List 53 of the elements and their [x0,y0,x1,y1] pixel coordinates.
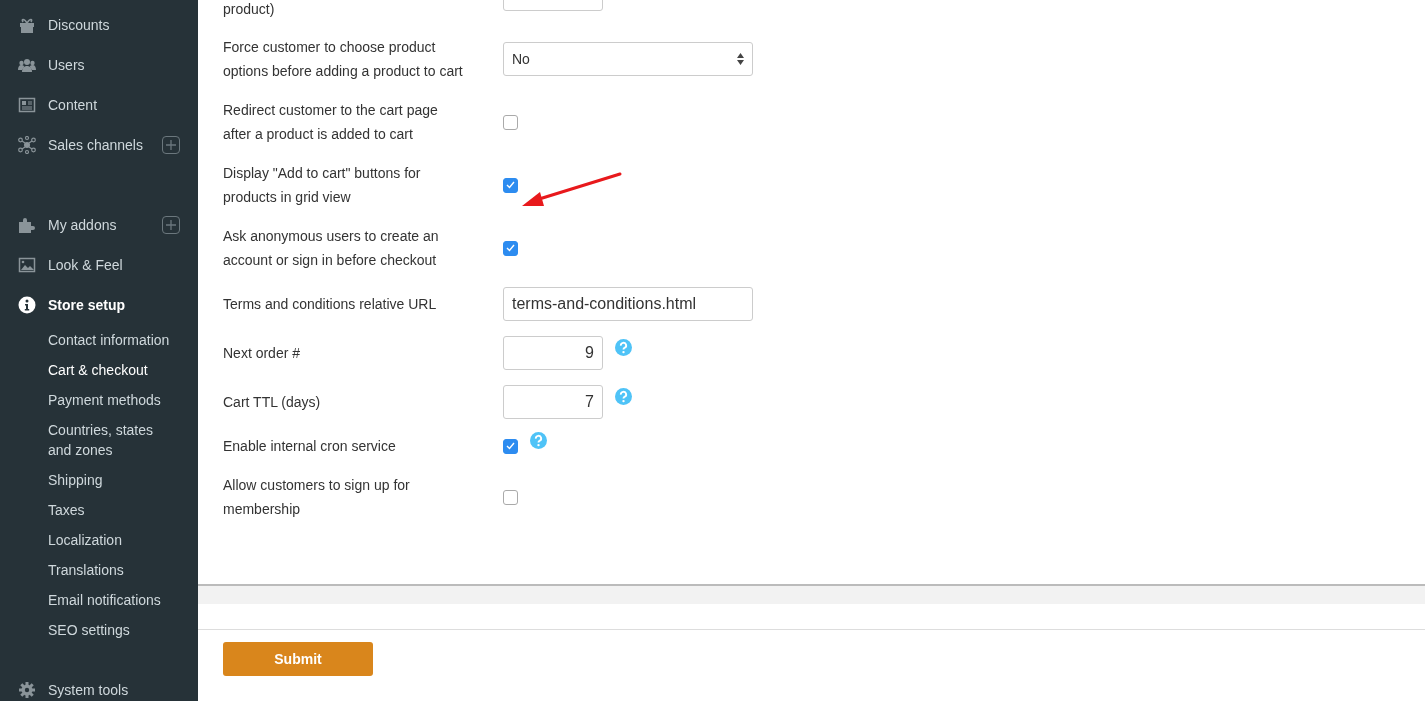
field-label: Terms and conditions relative URL [223,295,438,314]
checkbox[interactable] [503,114,518,130]
checkmark-icon [506,442,515,450]
checkbox[interactable] [503,438,518,454]
field-label: Enable internal cron service [223,437,397,456]
sidebar-item[interactable]: Store setup [0,285,198,325]
help-icon[interactable] [615,338,632,356]
info-icon [18,296,36,314]
sidebar-subitem[interactable]: Shipping [0,465,198,495]
checkbox[interactable] [503,240,518,256]
sidebar-item[interactable]: My addons [0,205,198,245]
input-field[interactable]: 7 [503,385,603,419]
sidebar-subitem[interactable]: Translations [0,555,198,585]
input-field[interactable]: terms-and-conditions.html [503,287,753,321]
add-icon[interactable] [162,216,180,234]
sidebar-subitem[interactable]: Payment methods [0,385,198,415]
field-label: Next order # [223,344,302,363]
checkbox[interactable] [503,177,518,193]
sidebar-subitem[interactable]: SEO settings [0,615,198,645]
newspaper-icon [18,96,36,114]
sidebar-item[interactable]: Users [0,45,198,85]
sidebar-subitem[interactable]: Email notifications [0,585,198,615]
field-label: Display "Add to cart" buttons for products in grid view [223,164,422,207]
checkmark-icon [506,244,515,252]
checkmark-icon [506,181,515,189]
field-label: Redirect customer to the cart page after a product is added to cart [223,101,439,144]
gift-icon [18,16,36,34]
field-label: Cart TTL (days) [223,393,322,412]
sidebar-item[interactable]: Content [0,85,198,125]
help-icon[interactable] [615,387,632,405]
field-label: Force customer to choose product options before adding a product to cart [223,38,463,81]
sidebar-item[interactable]: Look & Feel [0,245,198,285]
sidebar-subitem[interactable]: Taxes [0,495,198,525]
users-icon [18,56,36,74]
sidebar-item[interactable]: Sales channels [0,125,198,165]
sidebar-subitem[interactable]: Countries, states and zones [0,415,198,465]
sidebar-subitem[interactable]: Cart & checkout [0,355,198,385]
input-field[interactable]: 9 [503,336,603,370]
select-field[interactable]: No [503,42,753,76]
add-icon[interactable] [162,136,180,154]
image-icon [18,256,36,274]
network-icon [18,136,36,154]
field-label: Ask anonymous users to create an account or sign in before checkout [223,227,440,270]
sidebar-item[interactable]: System tools [0,670,198,701]
field-label: product) [223,0,276,19]
field-label: Allow customers to sign up for membership [223,476,411,519]
checkbox[interactable] [503,489,518,505]
updown-icon [737,53,744,65]
help-icon[interactable] [530,431,547,449]
puzzle-icon [18,216,36,234]
sidebar-item[interactable]: Discounts [0,5,198,45]
sidebar-subitem[interactable]: Localization [0,525,198,555]
sidebar-subitem[interactable]: Contact information [0,325,198,355]
